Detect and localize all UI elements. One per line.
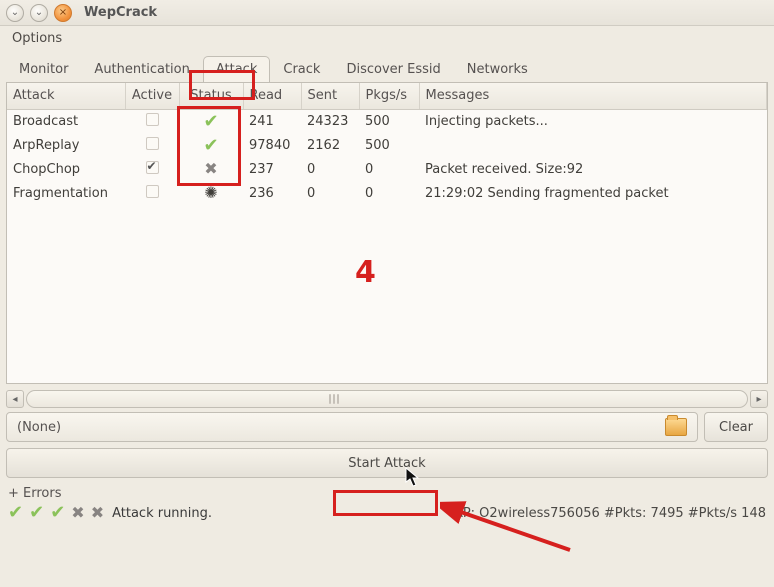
status-icons: ✔ ✔ ✔ ✖ ✖	[8, 504, 104, 522]
menu-options[interactable]: Options	[6, 28, 68, 49]
scroll-right-button[interactable]: ▸	[750, 390, 768, 408]
cell-pkgs: 500	[359, 134, 419, 158]
col-status[interactable]: Status	[179, 83, 243, 109]
col-sent[interactable]: Sent	[301, 83, 359, 109]
cell-msg: Injecting packets...	[419, 109, 767, 134]
table-header-row: Attack Active Status Read Sent Pkgs/s Me…	[7, 83, 767, 109]
status-bar: ✔ ✔ ✔ ✖ ✖ Attack running. AP: O2wireless…	[0, 501, 774, 528]
errors-toggle[interactable]: + Errors	[0, 484, 774, 501]
tab-crack[interactable]: Crack	[270, 56, 333, 82]
cell-read: 97840	[243, 134, 301, 158]
minimize-button[interactable]: ⌄	[6, 4, 24, 22]
cell-attack: ChopChop	[7, 158, 125, 182]
cross-icon: ✖	[91, 505, 104, 521]
file-selector[interactable]: (None)	[6, 412, 698, 442]
window-title: WepCrack	[84, 5, 157, 20]
col-messages[interactable]: Messages	[419, 83, 767, 109]
file-row: (None) Clear	[6, 412, 768, 442]
file-label: (None)	[17, 420, 61, 435]
horizontal-scrollbar[interactable]: ◂ ▸	[6, 390, 768, 408]
menu-bar: Options	[0, 26, 774, 50]
cell-pkgs: 0	[359, 158, 419, 182]
cell-read: 241	[243, 109, 301, 134]
check-icon: ✔	[203, 135, 218, 156]
cell-pkgs: 0	[359, 182, 419, 206]
cell-status: ✔	[179, 134, 243, 158]
cell-sent: 24323	[301, 109, 359, 134]
cell-attack: Fragmentation	[7, 182, 125, 206]
start-attack-label: Start Attack	[348, 456, 425, 471]
title-bar: ⌄ ⌄ × WepCrack	[0, 0, 774, 26]
check-icon: ✔	[8, 504, 23, 522]
close-button[interactable]: ×	[54, 4, 72, 22]
tab-monitor[interactable]: Monitor	[6, 56, 81, 82]
cell-pkgs: 500	[359, 109, 419, 134]
check-icon: ✔	[29, 504, 44, 522]
cell-status: ✖	[179, 158, 243, 182]
scroll-left-button[interactable]: ◂	[6, 390, 24, 408]
cell-active[interactable]	[125, 182, 179, 206]
col-pkgs[interactable]: Pkgs/s	[359, 83, 419, 109]
scroll-track[interactable]	[26, 390, 748, 408]
cell-sent: 0	[301, 158, 359, 182]
check-icon: ✔	[50, 504, 65, 522]
tab-discover-essid[interactable]: Discover Essid	[333, 56, 453, 82]
table-row[interactable]: ArpReplay ✔ 97840 2162 500	[7, 134, 767, 158]
ap-info: AP: O2wireless756056 #Pkts: 7495 #Pkts/s…	[454, 506, 766, 521]
cell-status: ✔	[179, 109, 243, 134]
table-row[interactable]: Broadcast ✔ 241 24323 500 Injecting pack…	[7, 109, 767, 134]
col-active[interactable]: Active	[125, 83, 179, 109]
checkbox-icon[interactable]	[146, 161, 159, 174]
cell-active[interactable]	[125, 134, 179, 158]
tab-authentication[interactable]: Authentication	[81, 56, 202, 82]
cross-icon: ✖	[204, 159, 217, 178]
cell-sent: 2162	[301, 134, 359, 158]
checkbox-icon[interactable]	[146, 185, 159, 198]
cell-sent: 0	[301, 182, 359, 206]
cell-active[interactable]	[125, 109, 179, 134]
cell-msg: Packet received. Size:92	[419, 158, 767, 182]
cell-read: 236	[243, 182, 301, 206]
cell-active[interactable]	[125, 158, 179, 182]
clear-button[interactable]: Clear	[704, 412, 768, 442]
start-row: Start Attack	[6, 448, 768, 478]
col-read[interactable]: Read	[243, 83, 301, 109]
busy-icon: ✺	[204, 183, 217, 202]
start-attack-button[interactable]: Start Attack	[6, 448, 768, 478]
cell-attack: ArpReplay	[7, 134, 125, 158]
maximize-button[interactable]: ⌄	[30, 4, 48, 22]
checkbox-icon[interactable]	[146, 113, 159, 126]
cell-attack: Broadcast	[7, 109, 125, 134]
table-row[interactable]: ChopChop ✖ 237 0 0 Packet received. Size…	[7, 158, 767, 182]
scroll-grip-icon	[329, 394, 339, 404]
cross-icon: ✖	[71, 505, 84, 521]
attack-table: Attack Active Status Read Sent Pkgs/s Me…	[6, 82, 768, 384]
cell-msg: 21:29:02 Sending fragmented packet	[419, 182, 767, 206]
status-text: Attack running.	[112, 506, 212, 521]
table-row[interactable]: Fragmentation ✺ 236 0 0 21:29:02 Sending…	[7, 182, 767, 206]
cell-msg	[419, 134, 767, 158]
check-icon: ✔	[203, 111, 218, 132]
cell-status: ✺	[179, 182, 243, 206]
cell-read: 237	[243, 158, 301, 182]
tab-strip: Monitor Authentication Attack Crack Disc…	[0, 50, 774, 82]
checkbox-icon[interactable]	[146, 137, 159, 150]
tab-networks[interactable]: Networks	[454, 56, 541, 82]
folder-icon	[665, 418, 687, 436]
tab-attack[interactable]: Attack	[203, 56, 271, 82]
col-attack[interactable]: Attack	[7, 83, 125, 109]
